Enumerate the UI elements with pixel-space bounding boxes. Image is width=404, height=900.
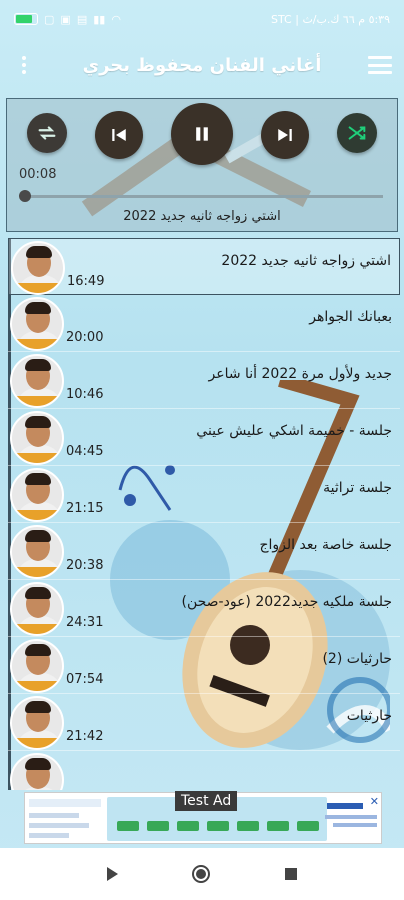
previous-button[interactable] (95, 111, 143, 159)
status-text: STC | ٥:٣٩ م ٦٦ ك.ب/ث (271, 12, 390, 26)
song-row[interactable]: جديد ولأول مرة 2022 أنا شاعر 10:46 (8, 352, 400, 409)
shuffle-button[interactable] (337, 113, 377, 153)
song-duration: 07:54 (66, 672, 104, 687)
notification-icon: ▣ (60, 12, 71, 26)
home-icon[interactable] (192, 865, 211, 883)
song-thumbnail (10, 468, 64, 522)
status-bar: ▢ ▣ ▤ ▮▮ ◠ STC | ٥:٣٩ م ٦٦ ك.ب/ث (0, 0, 404, 38)
next-button[interactable] (261, 111, 309, 159)
ad-label: Test Ad (175, 791, 238, 811)
song-title: جلسة خاصة بعد الزواج (259, 537, 392, 553)
song-row[interactable]: جلسة - خميمة اشكي عليش عيني 04:45 (8, 409, 400, 466)
song-title: حارثيات (346, 708, 392, 724)
notification-icon: ▢ (44, 12, 55, 26)
song-thumbnail (10, 639, 64, 693)
song-thumbnail (10, 297, 64, 351)
song-thumbnail (10, 411, 64, 465)
song-thumbnail (10, 696, 64, 750)
song-row[interactable] (8, 751, 400, 790)
song-row[interactable]: اشتي زواجه ثانيه جديد 2022 16:49 (8, 238, 400, 295)
song-title: بعبانك الجواهر (309, 309, 392, 325)
song-duration: 20:00 (66, 330, 104, 345)
system-nav-bar (0, 848, 404, 900)
menu-icon[interactable] (367, 56, 392, 74)
song-thumbnail (10, 753, 64, 790)
song-duration: 10:46 (66, 387, 104, 402)
skip-previous-icon (112, 129, 126, 141)
song-duration: 20:38 (66, 558, 104, 573)
pause-icon (196, 127, 208, 141)
wifi-icon: ◠ (111, 12, 121, 26)
song-title: اشتي زواجه ثانيه جديد 2022 (221, 253, 391, 269)
repeat-button[interactable] (27, 113, 67, 153)
app-title: أغاني الفنان محفوظ بحري (82, 54, 322, 76)
song-row[interactable]: بعبانك الجواهر 20:00 (8, 295, 400, 352)
song-row[interactable]: جلسة ملكيه جديد2022 (عود-صحن) 24:31 (8, 580, 400, 637)
song-title: جديد ولأول مرة 2022 أنا شاعر (208, 366, 392, 382)
shuffle-icon (348, 126, 366, 140)
song-title: جلسة - خميمة اشكي عليش عيني (196, 423, 392, 439)
song-duration: 24:31 (66, 615, 104, 630)
more-options-icon[interactable] (12, 56, 36, 74)
song-duration: 16:49 (67, 274, 105, 289)
song-list: اشتي زواجه ثانيه جديد 2022 16:49 بعبانك ال… (4, 238, 400, 790)
song-title: حارثيات (2) (322, 651, 392, 667)
signal-icon: ▮▮ (93, 12, 106, 26)
now-playing-title: اشتي زواجه ثانيه جديد 2022 (123, 209, 281, 224)
song-duration: 21:15 (66, 501, 104, 516)
song-thumbnail (10, 354, 64, 408)
song-thumbnail (10, 525, 64, 579)
ad-banner[interactable]: ✕ Test Ad (24, 791, 382, 844)
seek-thumb[interactable] (19, 190, 31, 202)
back-icon[interactable] (107, 867, 119, 881)
skip-next-icon (278, 129, 292, 141)
ad-close-icon[interactable]: ✕ (370, 795, 379, 808)
current-time: 00:08 (19, 167, 57, 182)
song-row[interactable]: حارثيات 21:42 (8, 694, 400, 751)
app-bar: أغاني الفنان محفوظ بحري (0, 38, 404, 92)
song-title: جلسة ملكيه جديد2022 (عود-صحن) (181, 594, 393, 610)
song-row[interactable]: جلسة خاصة بعد الزواج 20:38 (8, 523, 400, 580)
status-icons-left: ▢ ▣ ▤ ▮▮ ◠ (14, 13, 121, 26)
song-row[interactable]: حارثيات (2) 07:54 (8, 637, 400, 694)
seek-bar[interactable] (23, 195, 383, 198)
song-duration: 04:45 (66, 444, 104, 459)
notification-icon: ▤ (76, 12, 88, 26)
song-title: جلسة تراثية (323, 480, 392, 496)
battery-icon (14, 13, 38, 25)
ad-image-left (29, 799, 101, 839)
player-panel: 00:08 اشتي زواجه ثانيه جديد 2022 (6, 98, 398, 232)
song-thumbnail (11, 241, 65, 295)
song-thumbnail (10, 582, 64, 636)
play-pause-button[interactable] (171, 103, 233, 165)
repeat-icon (38, 126, 56, 140)
song-row[interactable]: جلسة تراثية 21:15 (8, 466, 400, 523)
recent-apps-icon[interactable] (284, 868, 297, 880)
song-duration: 21:42 (66, 729, 104, 744)
